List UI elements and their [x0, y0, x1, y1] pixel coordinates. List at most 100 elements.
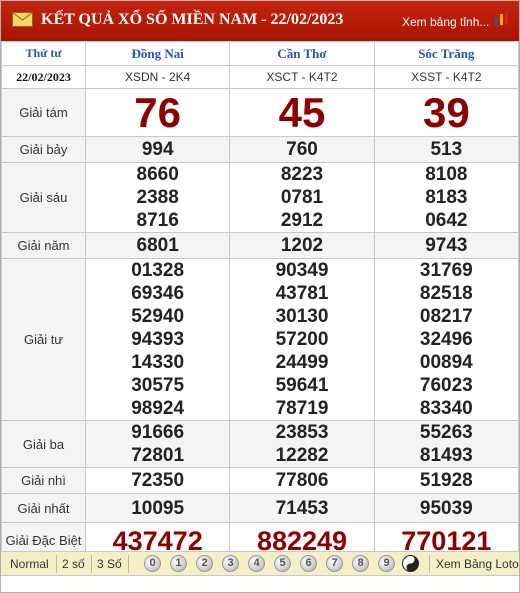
prize-number: 94393 [131, 329, 185, 350]
prize-number: 30575 [131, 375, 185, 396]
digit-filter-button[interactable]: 4 [248, 555, 265, 572]
prize-cell: 95039 [373, 493, 520, 523]
province-name[interactable]: Đồng Nai [84, 41, 231, 66]
prize-number: 39 [422, 88, 470, 136]
prize-cell: 55263 81493 [373, 420, 520, 468]
prize-row: Giải năm 6801 1202 9743 [1, 232, 520, 259]
prize-label: Giải bảy [1, 136, 86, 163]
prize-number: 81493 [419, 445, 473, 466]
prize-number: 90349 [275, 260, 329, 281]
mode-normal-button[interactable]: Normal [10, 557, 49, 571]
header-bar: KẾT QUẢ XỔ SỐ MIỀN NAM - 22/02/2023 Xem … [1, 1, 519, 41]
view-province-table-link[interactable]: Xem bảng tỉnh... [402, 15, 489, 29]
prize-number: 10095 [131, 497, 185, 519]
digit-filter-button[interactable]: 8 [352, 555, 369, 572]
prize-number: 0642 [425, 210, 468, 231]
prize-cell: 01328 69346 52940 94393 14330 30575 98924 [84, 258, 231, 421]
divider [91, 555, 92, 573]
results-table: Thứ tư Đồng Nai Cần Thơ Sóc Trăng 22/02/… [1, 41, 520, 559]
prize-cell: 1202 [229, 232, 375, 259]
prize-row: Giải tư 01328 69346 52940 94393 14330 30575 989… [1, 258, 520, 421]
bar-chart-icon[interactable] [494, 12, 510, 25]
prize-number: 00894 [419, 352, 473, 373]
view-loto-table-link[interactable]: Xem Bảng Loto [436, 557, 519, 571]
prize-number: 69346 [131, 283, 185, 304]
prize-number: 2912 [280, 210, 324, 231]
prize-cell: 77806 [229, 467, 375, 494]
digit-filter-button[interactable]: 3 [222, 555, 239, 572]
draw-date: 22/02/2023 [1, 65, 86, 89]
prize-number: 8660 [136, 164, 179, 185]
prize-cell: 71453 [229, 493, 375, 523]
mode-3-digit-button[interactable]: 3 Số [97, 557, 122, 571]
prize-label: Giải sáu [1, 162, 86, 233]
page-title: KẾT QUẢ XỔ SỐ MIỀN NAM - 22/02/2023 [41, 11, 344, 28]
prize-row: Giải ba 91666 72801 23853 12282 55263 81493 [1, 420, 520, 468]
prize-number: 57200 [275, 329, 329, 350]
prize-cell: 90349 43781 30130 57200 24499 59641 78719 [229, 258, 375, 421]
prize-number: 45 [278, 88, 326, 136]
prize-number: 12282 [275, 445, 329, 466]
prize-number: 14330 [131, 352, 185, 373]
prize-cell: 8660 2388 8716 [84, 162, 231, 233]
digit-filter-button[interactable]: 1 [170, 555, 187, 572]
prize-number: 71453 [275, 497, 329, 519]
prize-number: 76 [134, 88, 182, 136]
divider [56, 555, 57, 573]
prize-row: Giải sáu 8660 2388 8716 8223 0781 2912 8108 8183… [1, 162, 520, 233]
prize-cell: 31769 82518 08217 32496 00894 76023 83340 [373, 258, 520, 421]
digit-filter-button[interactable]: 5 [274, 555, 291, 572]
lottery-results-panel: KẾT QUẢ XỔ SỐ MIỀN NAM - 22/02/2023 Xem … [0, 0, 520, 593]
digit-filter-button[interactable]: 7 [326, 555, 343, 572]
prize-number: 8183 [425, 187, 468, 208]
province-name[interactable]: Sóc Trăng [373, 41, 520, 66]
prize-rows: Giải tám 76 45 39 Giải bảy 994 760 513 Giải sáu 8… [1, 88, 520, 559]
prize-cell: 513 [373, 136, 520, 163]
prize-number: 78719 [275, 398, 329, 419]
yin-yang-icon[interactable] [402, 555, 419, 572]
prize-number: 994 [141, 139, 174, 160]
code-row: 22/02/2023 XSDN - 2K4 XSCT - K4T2 XSST -… [1, 65, 520, 89]
prize-number: 8716 [136, 210, 179, 231]
province-header-row: Thứ tư Đồng Nai Cần Thơ Sóc Trăng [1, 41, 520, 66]
prize-number: 2388 [136, 187, 179, 208]
divider [128, 555, 129, 573]
prize-number: 76023 [419, 375, 473, 396]
prize-cell: 51928 [373, 467, 520, 494]
prize-label: Giải năm [1, 232, 86, 259]
prize-cell: 6801 [84, 232, 231, 259]
divider [429, 555, 430, 573]
prize-number: 0781 [280, 187, 324, 208]
digit-filter-button[interactable]: 0 [144, 555, 161, 572]
prize-number: 51928 [419, 470, 473, 491]
prize-number: 01328 [131, 260, 185, 281]
prize-number: 31769 [419, 260, 473, 281]
prize-number: 43781 [275, 283, 329, 304]
prize-number: 513 [430, 139, 463, 160]
prize-cell: 10095 [84, 493, 231, 523]
digit-filter-button[interactable]: 2 [196, 555, 213, 572]
prize-label: Giải tám [1, 88, 86, 137]
prize-cell: 8108 8183 0642 [373, 162, 520, 233]
province-code: XSST - K4T2 [373, 65, 520, 89]
province-code: XSCT - K4T2 [229, 65, 375, 89]
province-code: XSDN - 2K4 [84, 65, 231, 89]
prize-number: 98924 [131, 398, 185, 419]
prize-cell: 8223 0781 2912 [229, 162, 375, 233]
prize-cell: 23853 12282 [229, 420, 375, 468]
prize-number: 95039 [419, 497, 473, 519]
prize-number: 77806 [275, 470, 329, 491]
prize-number: 9743 [425, 235, 468, 256]
mode-2-digit-button[interactable]: 2 số [62, 557, 85, 571]
digit-filter-button[interactable]: 6 [300, 555, 317, 572]
prize-number: 23853 [275, 422, 329, 443]
prize-number: 72801 [131, 445, 185, 466]
prize-number: 24499 [275, 352, 329, 373]
envelope-icon [12, 12, 33, 27]
prize-number: 1202 [280, 235, 324, 256]
prize-number: 32496 [419, 329, 473, 350]
digit-filter-button[interactable]: 9 [378, 555, 395, 572]
province-name[interactable]: Cần Thơ [229, 41, 375, 66]
prize-cell: 91666 72801 [84, 420, 231, 468]
prize-number: 6801 [136, 235, 179, 256]
